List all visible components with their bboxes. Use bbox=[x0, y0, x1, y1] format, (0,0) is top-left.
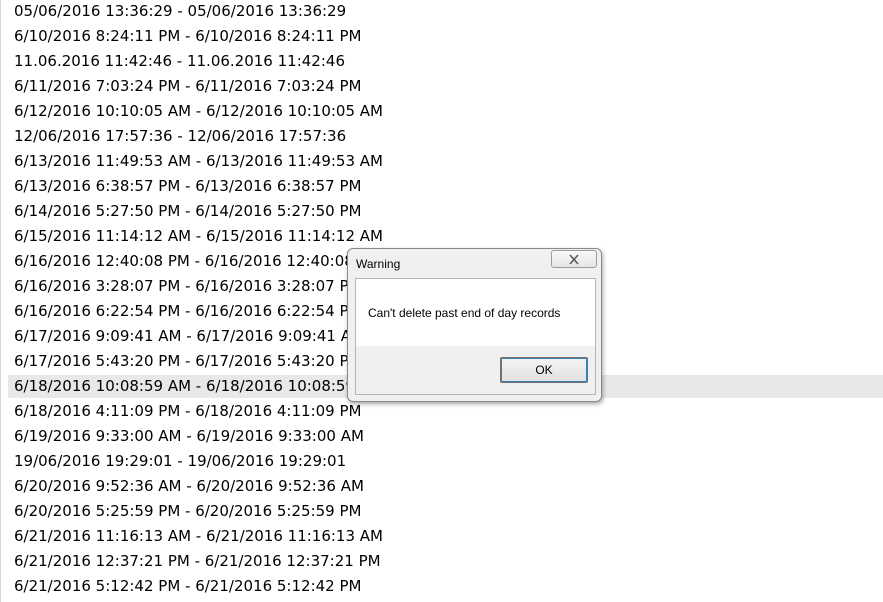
list-item[interactable]: 12/06/2016 17:57:36 - 12/06/2016 17:57:3… bbox=[8, 125, 883, 148]
list-item[interactable]: 6/19/2016 9:33:00 AM - 6/19/2016 9:33:00… bbox=[8, 425, 883, 448]
list-item[interactable]: 6/13/2016 11:49:53 AM - 6/13/2016 11:49:… bbox=[8, 150, 883, 173]
warning-dialog: Warning Can't delete past end of day rec… bbox=[347, 248, 602, 402]
dialog-titlebar[interactable]: Warning bbox=[348, 249, 601, 278]
list-item[interactable]: 6/21/2016 12:37:21 PM - 6/21/2016 12:37:… bbox=[8, 550, 883, 573]
list-item[interactable]: 05/06/2016 13:36:29 - 05/06/2016 13:36:2… bbox=[8, 0, 883, 23]
list-item[interactable]: 6/13/2016 6:38:57 PM - 6/13/2016 6:38:57… bbox=[8, 175, 883, 198]
list-item[interactable]: 19/06/2016 19:29:01 - 19/06/2016 19:29:0… bbox=[8, 450, 883, 473]
list-item[interactable]: 6/18/2016 4:11:09 PM - 6/18/2016 4:11:09… bbox=[8, 400, 883, 423]
list-item[interactable]: 6/15/2016 11:14:12 AM - 6/15/2016 11:14:… bbox=[8, 225, 883, 248]
list-item[interactable]: 6/21/2016 5:12:42 PM - 6/21/2016 5:12:42… bbox=[8, 575, 883, 598]
dialog-title: Warning bbox=[356, 257, 401, 271]
list-item[interactable]: 6/14/2016 5:27:50 PM - 6/14/2016 5:27:50… bbox=[8, 200, 883, 223]
list-item[interactable]: 6/10/2016 8:24:11 PM - 6/10/2016 8:24:11… bbox=[8, 25, 883, 48]
list-item[interactable]: 6/20/2016 5:25:59 PM - 6/20/2016 5:25:59… bbox=[8, 500, 883, 523]
dialog-footer: OK bbox=[356, 346, 595, 394]
list-item[interactable]: 6/21/2016 11:16:13 AM - 6/21/2016 11:16:… bbox=[8, 525, 883, 548]
ok-button[interactable]: OK bbox=[500, 357, 588, 383]
dialog-message: Can't delete past end of day records bbox=[368, 306, 561, 320]
list-item[interactable]: 6/20/2016 9:52:36 AM - 6/20/2016 9:52:36… bbox=[8, 475, 883, 498]
list-item[interactable]: 6/12/2016 10:10:05 AM - 6/12/2016 10:10:… bbox=[8, 100, 883, 123]
list-item[interactable]: 6/11/2016 7:03:24 PM - 6/11/2016 7:03:24… bbox=[8, 75, 883, 98]
close-button[interactable] bbox=[551, 250, 597, 268]
list-item[interactable]: 11.06.2016 11:42:46 - 11.06.2016 11:42:4… bbox=[8, 50, 883, 73]
close-x-icon bbox=[569, 253, 579, 265]
dialog-body: Can't delete past end of day records OK bbox=[355, 278, 596, 395]
